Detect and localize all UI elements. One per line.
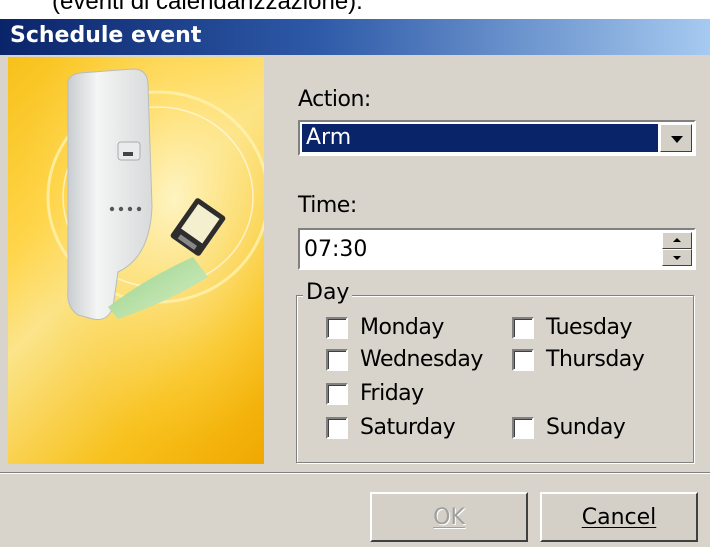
spin-down-button[interactable] xyxy=(662,249,692,266)
checkbox-friday[interactable]: Friday xyxy=(326,381,424,406)
schedule-event-dialog: Schedule event Action: Arm Time: 07:30 D… xyxy=(0,18,710,547)
spin-up-icon xyxy=(673,238,681,242)
dialog-title: Schedule event xyxy=(10,23,202,48)
checkbox-label: Wednesday xyxy=(360,347,483,372)
checkbox-box[interactable] xyxy=(326,382,348,405)
checkbox-thursday[interactable]: Thursday xyxy=(512,347,645,372)
time-input[interactable] xyxy=(304,234,644,264)
time-spinner[interactable] xyxy=(662,232,692,266)
ok-button-label: OK xyxy=(433,504,465,530)
cancel-button-label: Cancel xyxy=(581,504,657,530)
caption-text: (eventi di calendarizzazione). xyxy=(52,0,363,15)
checkbox-sunday[interactable]: Sunday xyxy=(512,415,626,440)
time-field[interactable] xyxy=(298,228,696,270)
ok-button[interactable]: OK xyxy=(370,492,528,542)
checkbox-box[interactable] xyxy=(326,316,348,339)
spin-down-icon xyxy=(673,256,681,260)
footer-divider xyxy=(0,472,710,474)
day-group-legend: Day xyxy=(303,280,353,305)
spin-up-button[interactable] xyxy=(662,232,692,249)
checkbox-monday[interactable]: Monday xyxy=(326,315,444,340)
action-selected-value[interactable]: Arm xyxy=(302,124,658,152)
banner-image xyxy=(8,57,264,464)
motion-sensor-illustration xyxy=(8,57,264,464)
time-label: Time: xyxy=(298,193,357,218)
cancel-button[interactable]: Cancel xyxy=(540,492,698,542)
checkbox-box[interactable] xyxy=(512,348,534,371)
chevron-down-icon xyxy=(671,136,683,143)
checkbox-label: Sunday xyxy=(546,415,626,440)
action-label: Action: xyxy=(298,87,371,112)
checkbox-box[interactable] xyxy=(512,316,534,339)
checkbox-wednesday[interactable]: Wednesday xyxy=(326,347,483,372)
checkbox-label: Tuesday xyxy=(546,315,633,340)
checkbox-box[interactable] xyxy=(326,348,348,371)
checkbox-label: Thursday xyxy=(546,347,645,372)
checkbox-box[interactable] xyxy=(512,416,534,439)
checkbox-saturday[interactable]: Saturday xyxy=(326,415,456,440)
action-dropdown-button[interactable] xyxy=(660,124,692,152)
checkbox-label: Friday xyxy=(360,381,424,406)
checkbox-tuesday[interactable]: Tuesday xyxy=(512,315,633,340)
checkbox-label: Monday xyxy=(360,315,444,340)
action-select[interactable]: Arm xyxy=(298,120,696,156)
checkbox-box[interactable] xyxy=(326,416,348,439)
title-bar[interactable]: Schedule event xyxy=(0,19,710,55)
checkbox-label: Saturday xyxy=(360,415,456,440)
